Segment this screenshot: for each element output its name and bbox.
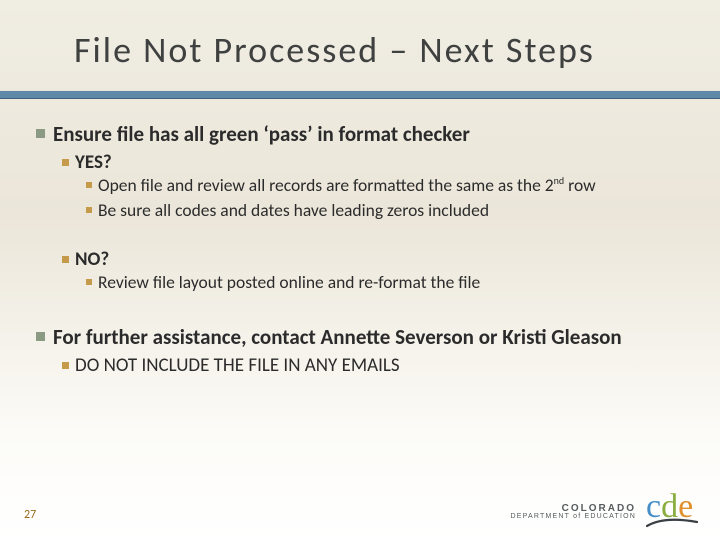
bullet-level3: Open file and review all records are for…: [86, 174, 684, 222]
text-part: Open file and review all records are for…: [98, 174, 554, 196]
bullet-text: DO NOT INCLUDE THE FILE IN ANY EMAILS: [75, 354, 400, 377]
logo-letter-d: d: [661, 493, 678, 520]
bullet-level1: Ensure file has all green ‘pass’ in form…: [36, 121, 684, 147]
slide-title: File Not Processed – Next Steps: [0, 0, 720, 90]
superscript: nd: [554, 174, 565, 187]
bullet-text: Be sure all codes and dates have leading…: [98, 199, 489, 222]
bullet-level2: DO NOT INCLUDE THE FILE IN ANY EMAILS: [62, 354, 684, 377]
square-bullet-icon: [62, 159, 69, 166]
square-bullet-icon: [86, 279, 92, 285]
bullet-text: Open file and review all records are for…: [98, 174, 596, 197]
square-bullet-icon: [62, 256, 69, 263]
slide-body: Ensure file has all green ‘pass’ in form…: [0, 99, 720, 377]
cde-logo: COLORADO DEPARTMENT of EDUCATION cde: [511, 493, 698, 530]
bullet-level1: For further assistance, contact Annette …: [36, 324, 684, 350]
page-number: 27: [24, 508, 36, 530]
logo-letter-e: e: [678, 493, 693, 520]
bullet-level2: NO?: [62, 248, 684, 271]
title-divider: [0, 90, 720, 99]
bullet-text: Review file layout posted online and re-…: [98, 271, 480, 294]
cde-mark: cde: [646, 493, 698, 530]
bullet-text: NO?: [75, 248, 109, 271]
bullet-level3: Review file layout posted online and re-…: [86, 271, 684, 294]
logo-letter-c: c: [646, 493, 661, 520]
square-bullet-icon: [86, 182, 92, 188]
square-bullet-icon: [36, 129, 45, 138]
org-dept: DEPARTMENT of EDUCATION: [511, 513, 636, 520]
bullet-text: Ensure file has all green ‘pass’ in form…: [53, 121, 470, 147]
square-bullet-icon: [62, 362, 69, 369]
square-bullet-icon: [36, 332, 45, 341]
slide-footer: 27 COLORADO DEPARTMENT of EDUCATION cde: [0, 493, 720, 540]
text-part: row: [564, 174, 595, 196]
logo-text: COLORADO DEPARTMENT of EDUCATION: [511, 503, 636, 520]
bullet-text: For further assistance, contact Annette …: [53, 324, 622, 350]
bullet-text: YES?: [75, 151, 112, 174]
bullet-level2: YES?: [62, 151, 684, 174]
square-bullet-icon: [86, 207, 92, 213]
